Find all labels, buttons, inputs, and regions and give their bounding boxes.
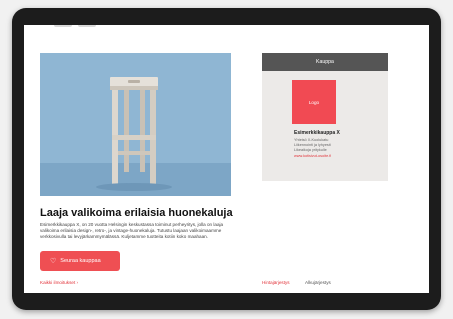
follow-shop-button[interactable]: ♡ Seuraa kauppaa xyxy=(40,251,120,271)
shop-logo: Logo xyxy=(292,80,336,124)
browser-tab[interactable] xyxy=(54,25,72,27)
privacy-link[interactable]: Hintajärjestys xyxy=(262,280,290,285)
tablet-frame: Laaja valikoima erilaisia huonekaluja Es… xyxy=(12,8,441,310)
page-screen: Laaja valikoima erilaisia huonekaluja Es… xyxy=(24,25,429,293)
shop-description: Esimerkkikauppa X, on 20 vuotta Helsingi… xyxy=(40,222,224,239)
terms-link[interactable]: Alkujärjestys xyxy=(305,280,331,285)
stool-illustration xyxy=(40,77,231,196)
shop-website-link[interactable]: www.kotisivut-osoite.fi xyxy=(294,154,331,158)
all-notices-label: Kaikki ilmoitukset xyxy=(40,280,76,285)
shop-info: Liikennointi ja lyhyesti xyxy=(294,143,331,147)
shop-card: Kauppa Logo Esimerkkikauppa X Yhteisö X-… xyxy=(262,53,388,181)
shop-info: Likeaikoja yritykulle xyxy=(294,148,327,152)
hero-image xyxy=(40,53,231,196)
shop-address: Yhteisö X-Kuolukatu xyxy=(294,138,329,142)
card-header: Kauppa xyxy=(262,53,388,71)
follow-button-label: Seuraa kauppaa xyxy=(60,258,101,264)
chevron-right-icon: › xyxy=(76,280,79,285)
page-title: Laaja valikoima erilaisia huonekaluja xyxy=(40,207,233,219)
shop-name: Esimerkkikauppa X xyxy=(294,130,340,136)
heart-icon: ♡ xyxy=(50,257,57,265)
all-notices-link[interactable]: Kaikki ilmoitukset › xyxy=(40,280,78,285)
browser-tab[interactable] xyxy=(78,25,96,27)
